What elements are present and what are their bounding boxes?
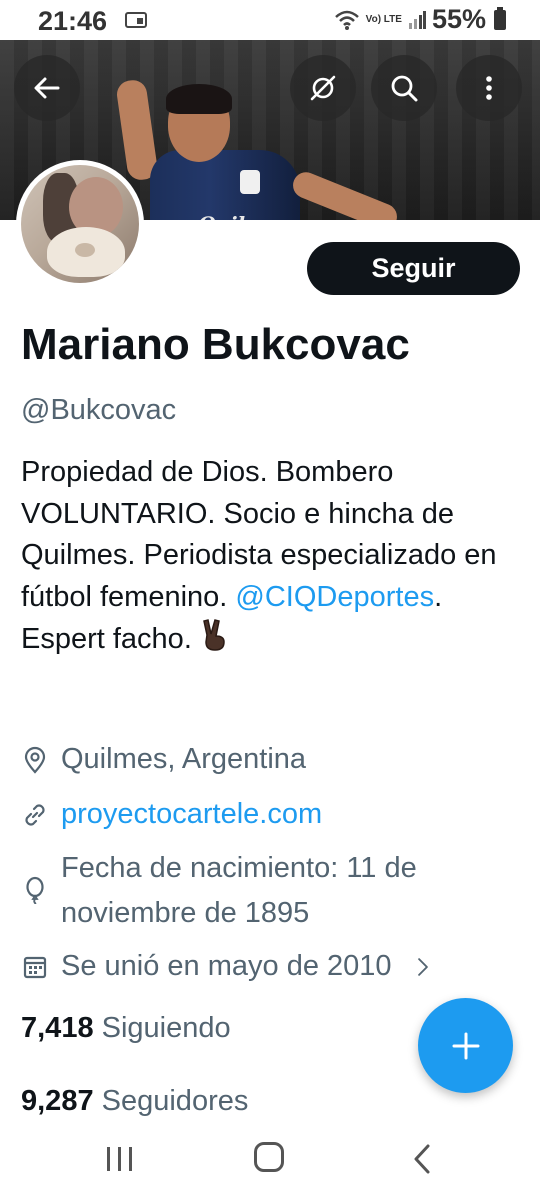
following-label: Siguiendo <box>101 1012 231 1044</box>
back-nav-icon[interactable] <box>408 1142 438 1176</box>
signal-icon <box>408 10 426 29</box>
status-time: 21:46 <box>38 6 108 36</box>
battery-percent: 55% <box>431 4 486 34</box>
following-count: 7,418 <box>21 1012 94 1044</box>
profile-bio: Propiedad de Dios. Bombero VOLUNTARIO. S… <box>21 452 511 665</box>
birthdate-text: Fecha de nacimiento: 11 de noviembre de … <box>61 852 417 929</box>
compose-button[interactable] <box>418 998 513 1093</box>
back-button[interactable] <box>14 55 80 121</box>
banner-shirt-crest <box>240 170 260 194</box>
plus-icon <box>452 1032 479 1059</box>
avatar[interactable] <box>16 160 144 288</box>
banner-shirt-text: Quilmes <box>198 212 290 220</box>
follow-button[interactable]: Seguir <box>307 242 520 295</box>
banner-player-shirt: Quilmes <box>150 150 300 220</box>
victory-hand-icon <box>203 619 225 652</box>
recents-icon[interactable] <box>104 1146 136 1172</box>
bio-mention-link[interactable]: @CIQDeportes <box>235 581 434 613</box>
more-options-button[interactable] <box>456 55 522 121</box>
location-text: Quilmes, Argentina <box>61 743 307 775</box>
birthdate-row: Fecha de nacimiento: 11 de noviembre de … <box>21 846 491 936</box>
slash-circle-icon <box>310 75 336 101</box>
joined-text: Se unió en mayo de 2010 <box>61 950 392 982</box>
link-icon <box>25 804 45 826</box>
following-stat[interactable]: 7,418 Siguiendo <box>21 1012 231 1045</box>
calendar-icon <box>23 956 47 979</box>
profile-name: Mariano Bukcovac <box>21 320 410 369</box>
joined-row[interactable]: Se unió en mayo de 2010 <box>21 944 434 989</box>
balloon-icon <box>26 876 44 904</box>
more-vertical-icon <box>486 76 492 100</box>
website-row[interactable]: proyectocartele.com <box>21 792 322 837</box>
mute-button[interactable] <box>290 55 356 121</box>
website-link[interactable]: proyectocartele.com <box>61 792 322 837</box>
profile-handle: @Bukcovac <box>21 394 177 426</box>
banner-player-hair <box>166 84 232 114</box>
status-bar: 21:46 Vo) LTE 55% <box>0 0 540 40</box>
battery-icon <box>494 6 506 30</box>
location-pin-icon <box>24 746 46 774</box>
followers-stat[interactable]: 9,287 Seguidores <box>21 1085 248 1118</box>
followers-label: Seguidores <box>101 1085 249 1117</box>
chevron-right-icon <box>417 958 428 976</box>
victory-hand-emoji <box>200 618 230 665</box>
avatar-dog <box>47 227 125 277</box>
location-row: Quilmes, Argentina <box>21 737 306 782</box>
status-right: Vo) LTE 55% <box>334 4 506 35</box>
followers-count: 9,287 <box>21 1085 94 1117</box>
system-navigation-bar <box>0 1118 540 1200</box>
arrow-left-icon <box>34 77 60 99</box>
search-button[interactable] <box>371 55 437 121</box>
sim-card-icon <box>125 12 147 28</box>
network-type-label: Vo) LTE <box>365 13 402 25</box>
avatar-photo <box>21 165 139 283</box>
home-icon[interactable] <box>254 1142 284 1172</box>
search-icon <box>391 75 418 102</box>
wifi-icon <box>334 10 359 30</box>
